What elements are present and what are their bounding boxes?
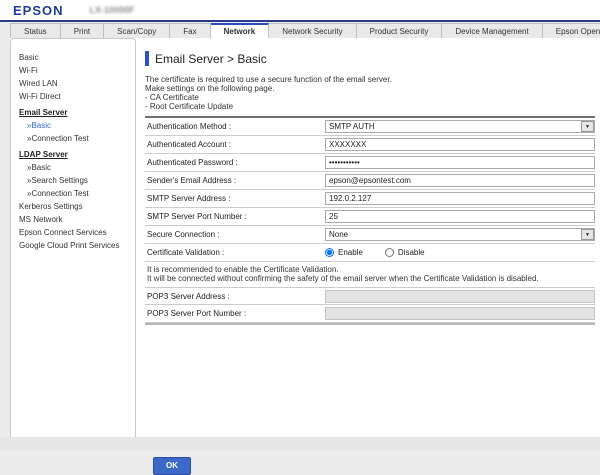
epson-logo: EPSON — [13, 3, 64, 18]
sender-email-input[interactable] — [325, 174, 595, 187]
smtp-port-input[interactable] — [325, 210, 595, 223]
webconfig-page: EPSON LX-10000F Status Print Scan/Copy F… — [0, 0, 600, 450]
form-row-auth-method: Authentication Method : SMTP AUTH ▼ — [145, 118, 595, 136]
tab-scan-copy[interactable]: Scan/Copy — [104, 23, 170, 38]
sidebar-item-ldap-connection-test[interactable]: »Connection Test — [19, 187, 131, 200]
form-row-cert-validation: Certificate Validation : Enable Disable — [145, 244, 595, 262]
secure-connection-value: None — [329, 230, 348, 239]
sidebar-group-ldap-server[interactable]: LDAP Server — [19, 148, 131, 161]
sidebar-group-email-server[interactable]: Email Server — [19, 106, 131, 119]
cert-validation-enable-option[interactable]: Enable — [325, 248, 363, 257]
tab-status[interactable]: Status — [10, 23, 61, 38]
sidebar-item-email-connection-test[interactable]: »Connection Test — [19, 132, 131, 145]
auth-account-label: Authenticated Account : — [145, 140, 325, 149]
sidebar-item-wifi-direct[interactable]: Wi-Fi Direct — [19, 90, 131, 103]
main-panel: Email Server > Basic The certificate is … — [136, 38, 600, 437]
secure-connection-label: Secure Connection : — [145, 230, 325, 239]
content-area: Basic Wi-Fi Wired LAN Wi-Fi Direct Email… — [0, 38, 600, 437]
sidebar-item-epson-connect-services[interactable]: Epson Connect Services — [19, 226, 131, 239]
smtp-address-label: SMTP Server Address : — [145, 194, 325, 203]
form-row-pop3-address: POP3 Server Address : — [145, 287, 595, 305]
sidebar-item-ldap-search-settings[interactable]: »Search Settings — [19, 174, 131, 187]
smtp-address-input[interactable] — [325, 192, 595, 205]
sidebar-item-kerberos-settings[interactable]: Kerberos Settings — [19, 200, 131, 213]
intro-line: - CA Certificate — [145, 93, 595, 102]
form-row-smtp-address: SMTP Server Address : — [145, 190, 595, 208]
cert-validation-disable-label: Disable — [398, 248, 425, 257]
pop3-port-label: POP3 Server Port Number : — [145, 309, 325, 318]
cert-validation-note: It is recommended to enable the Certific… — [145, 262, 595, 287]
actions-row: OK — [145, 455, 595, 475]
form-bottom-divider — [145, 323, 595, 325]
dropdown-arrow-icon[interactable]: ▼ — [581, 121, 594, 132]
left-gutter — [0, 38, 10, 437]
tab-fax[interactable]: Fax — [170, 23, 210, 38]
sidebar-item-wired-lan[interactable]: Wired LAN — [19, 77, 131, 90]
auth-account-input[interactable] — [325, 138, 595, 151]
tab-network-security[interactable]: Network Security — [269, 23, 356, 38]
tab-epson-open-platform[interactable]: Epson Open Platform — [543, 23, 600, 38]
title-accent-bar — [145, 51, 149, 66]
tab-network[interactable]: Network — [211, 23, 270, 38]
tab-product-security[interactable]: Product Security — [357, 23, 443, 38]
sidebar-nav: Basic Wi-Fi Wired LAN Wi-Fi Direct Email… — [10, 38, 136, 437]
smtp-port-label: SMTP Server Port Number : — [145, 212, 325, 221]
tab-print[interactable]: Print — [61, 23, 104, 38]
sidebar-item-google-cloud-print-services[interactable]: Google Cloud Print Services — [19, 239, 131, 252]
app-header: EPSON LX-10000F — [0, 0, 600, 20]
intro-line: The certificate is required to use a sec… — [145, 75, 595, 84]
auth-method-value: SMTP AUTH — [329, 122, 375, 131]
intro-line: Make settings on the following page. — [145, 84, 595, 93]
form-row-auth-password: Authenticated Password : — [145, 154, 595, 172]
cert-validation-enable-radio[interactable] — [325, 248, 334, 257]
sidebar-item-basic[interactable]: Basic — [19, 51, 131, 64]
email-server-form: Authentication Method : SMTP AUTH ▼ Auth… — [145, 118, 595, 325]
sender-email-label: Sender's Email Address : — [145, 176, 325, 185]
pop3-port-input — [325, 307, 595, 320]
top-tab-bar: Status Print Scan/Copy Fax Network Netwo… — [0, 22, 600, 38]
form-row-auth-account: Authenticated Account : — [145, 136, 595, 154]
ok-button[interactable]: OK — [153, 457, 191, 475]
pop3-address-label: POP3 Server Address : — [145, 292, 325, 301]
form-row-sender-email: Sender's Email Address : — [145, 172, 595, 190]
intro-text: The certificate is required to use a sec… — [145, 75, 595, 111]
auth-method-select[interactable]: SMTP AUTH ▼ — [325, 120, 595, 133]
secure-connection-select[interactable]: None ▼ — [325, 228, 595, 241]
pop3-address-input — [325, 290, 595, 303]
cert-validation-disable-radio[interactable] — [385, 248, 394, 257]
form-row-smtp-port: SMTP Server Port Number : — [145, 208, 595, 226]
page-bottom-gutter — [0, 437, 600, 450]
sidebar-item-email-basic[interactable]: »Basic — [19, 119, 131, 132]
auth-method-label: Authentication Method : — [145, 122, 325, 131]
cert-validation-disable-option[interactable]: Disable — [385, 248, 425, 257]
cert-validation-label: Certificate Validation : — [145, 248, 325, 257]
tab-device-management[interactable]: Device Management — [442, 23, 542, 38]
dropdown-arrow-icon[interactable]: ▼ — [581, 229, 594, 240]
sidebar-item-wifi[interactable]: Wi-Fi — [19, 64, 131, 77]
note-line: It will be connected without confirming … — [147, 274, 595, 283]
page-title-row: Email Server > Basic — [145, 51, 595, 66]
printer-model-label: LX-10000F — [90, 5, 135, 15]
cert-validation-enable-label: Enable — [338, 248, 363, 257]
sidebar-item-ms-network[interactable]: MS Network — [19, 213, 131, 226]
note-line: It is recommended to enable the Certific… — [147, 265, 595, 274]
intro-line: - Root Certificate Update — [145, 102, 595, 111]
form-row-secure-connection: Secure Connection : None ▼ — [145, 226, 595, 244]
auth-password-input[interactable] — [325, 156, 595, 169]
page-title: Email Server > Basic — [155, 52, 267, 66]
form-row-pop3-port: POP3 Server Port Number : — [145, 305, 595, 323]
auth-password-label: Authenticated Password : — [145, 158, 325, 167]
sidebar-item-ldap-basic[interactable]: »Basic — [19, 161, 131, 174]
